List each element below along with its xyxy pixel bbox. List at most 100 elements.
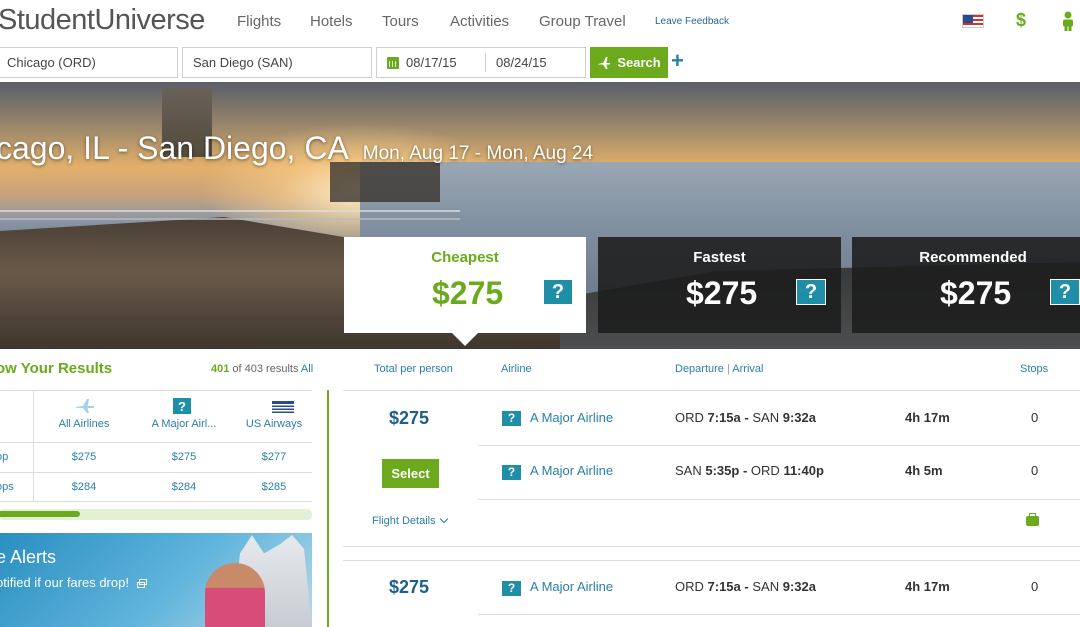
fare-alerts-subtitle-text: otified if our fares drop! xyxy=(0,575,129,590)
matrix-row-label: op xyxy=(0,451,9,463)
route-dates: Mon, Aug 17 - Mon, Aug 24 xyxy=(362,143,594,164)
matrix-cell[interactable]: $275 xyxy=(33,443,134,472)
date-range-field[interactable]: 08/17/15 08/24/15 xyxy=(376,47,586,78)
help-icon[interactable]: ? xyxy=(543,279,573,305)
sort-card-price: $275 xyxy=(940,275,1012,311)
sort-card-price: $275 xyxy=(432,275,504,311)
matrix-scrollbar-thumb[interactable] xyxy=(0,511,80,517)
flight-details-toggle[interactable]: Flight Details xyxy=(372,514,448,527)
flight-route: ORD 7:15a - SAN 9:32a xyxy=(675,410,816,425)
header-divider xyxy=(343,390,1080,391)
fare-alerts-banner[interactable]: e Alerts otified if our fares drop! xyxy=(0,533,312,627)
matrix-column-all-airlines[interactable]: All Airlines xyxy=(33,391,134,443)
help-icon[interactable]: ? xyxy=(1050,279,1080,305)
account-person-icon[interactable] xyxy=(1060,11,1076,31)
currency-dollar-icon[interactable]: $ xyxy=(1016,10,1026,31)
header-airline[interactable]: Airline xyxy=(501,363,532,375)
top-navigation: StudentUniverse Flights Hotels Tours Act… xyxy=(0,0,1080,44)
flight-duration: 4h 5m xyxy=(905,463,943,478)
departure-time: 5:35p xyxy=(705,463,740,478)
matrix-cell[interactable]: $284 xyxy=(33,473,134,502)
add-flight-plus-icon[interactable]: + xyxy=(671,48,684,74)
flight-route: SAN 5:35p - ORD 11:40p xyxy=(675,463,824,478)
search-button[interactable]: Search xyxy=(590,47,668,78)
help-icon[interactable]: ? xyxy=(502,465,521,480)
header-total-per-person[interactable]: Total per person xyxy=(374,363,453,375)
matrix-cell[interactable]: $284 xyxy=(134,473,234,502)
departure-time: 7:15a xyxy=(707,579,741,594)
flight-stops: 0 xyxy=(1031,579,1039,594)
help-icon[interactable]: ? xyxy=(502,581,521,596)
matrix-scrollbar[interactable] xyxy=(0,509,312,520)
route-dash: - xyxy=(744,410,749,425)
matrix-column-major-airline[interactable]: ? A Major Airl... xyxy=(134,391,234,443)
depart-date[interactable]: 08/17/15 xyxy=(406,55,457,70)
show-all-link[interactable]: All xyxy=(301,363,313,375)
calendar-icon xyxy=(387,57,399,69)
sort-card-fastest[interactable]: Fastest $275 ? xyxy=(598,237,841,333)
origin-code: ORD xyxy=(675,579,704,594)
nav-hotels[interactable]: Hotels xyxy=(310,13,353,30)
sort-card-recommended[interactable]: Recommended $275 ? xyxy=(852,237,1080,333)
nav-group-travel[interactable]: Group Travel xyxy=(539,13,626,30)
matrix-cell[interactable]: $275 xyxy=(134,443,234,472)
active-card-pointer xyxy=(452,333,478,346)
result-price: $275 xyxy=(389,577,430,597)
leg-divider xyxy=(478,614,1080,615)
matrix-cell[interactable]: $285 xyxy=(234,473,314,502)
us-flag-icon[interactable] xyxy=(962,14,984,28)
page: StudentUniverse Flights Hotels Tours Act… xyxy=(0,0,1080,627)
airline-name-link[interactable]: A Major Airline xyxy=(530,463,613,478)
flight-duration: 4h 17m xyxy=(905,410,950,425)
header-stops[interactable]: Stops xyxy=(1020,363,1048,375)
sort-card-cheapest[interactable]: Cheapest $275 ? xyxy=(344,237,586,346)
airline-name-link[interactable]: A Major Airline xyxy=(530,579,613,594)
nav-activities[interactable]: Activities xyxy=(450,13,509,30)
logo[interactable]: StudentUniverse xyxy=(0,4,205,37)
baggage-icon[interactable] xyxy=(1026,513,1039,526)
to-field[interactable]: San Diego (SAN) xyxy=(182,47,372,78)
leg-divider xyxy=(478,445,1080,446)
nav-tours[interactable]: Tours xyxy=(382,13,419,30)
matrix-column-label: US Airways xyxy=(245,418,303,430)
airline-price-matrix: All Airlines ? A Major Airl... US Airway… xyxy=(0,390,312,502)
nav-flights[interactable]: Flights xyxy=(237,13,281,30)
sort-card-label: Cheapest xyxy=(431,249,499,266)
arrival-time: 11:40p xyxy=(783,463,824,478)
leave-feedback-link[interactable]: Leave Feedback xyxy=(655,16,729,27)
chevron-down-icon xyxy=(439,514,448,524)
railing-image xyxy=(0,210,460,220)
from-field[interactable]: Chicago (ORD) xyxy=(0,47,178,78)
help-icon[interactable]: ? xyxy=(796,279,826,305)
matrix-cell[interactable]: $277 xyxy=(234,443,314,472)
matrix-column-us-airways[interactable]: US Airways xyxy=(234,391,314,443)
route-dash: - xyxy=(742,463,748,478)
date-divider xyxy=(485,53,486,72)
traveler-photo-image xyxy=(205,563,265,627)
flight-stops: 0 xyxy=(1031,463,1039,478)
route-text: cago, IL - San Diego, CA xyxy=(0,130,349,166)
matrix-row-nonstop: op $275 $275 $277 xyxy=(0,442,312,472)
search-bar: Chicago (ORD) San Diego (SAN) 08/17/15 0… xyxy=(0,44,1080,82)
matrix-column-label: All Airlines xyxy=(58,418,110,430)
search-button-label: Search xyxy=(617,55,661,70)
header-arrival[interactable]: Arrival xyxy=(732,363,763,375)
leg-divider xyxy=(478,499,1080,500)
return-date[interactable]: 08/24/15 xyxy=(496,55,547,70)
fare-alerts-subtitle: otified if our fares drop! xyxy=(0,575,147,590)
airline-name-link[interactable]: A Major Airline xyxy=(530,410,613,425)
header-departure[interactable]: Departure xyxy=(675,363,724,375)
flight-route: ORD 7:15a - SAN 9:32a xyxy=(675,579,816,594)
header-separator: | xyxy=(726,363,730,375)
departure-time: 7:15a xyxy=(707,410,741,425)
fare-alerts-title: e Alerts xyxy=(0,547,57,567)
help-icon[interactable]: ? xyxy=(502,411,521,426)
result-price: $275 xyxy=(389,408,430,428)
route-title: cago, IL - San Diego, CA Mon, Aug 17 - Mo… xyxy=(0,130,593,167)
arrival-time: 9:32a xyxy=(782,410,816,425)
select-flight-button[interactable]: Select xyxy=(382,459,439,488)
destination-code: SAN xyxy=(752,410,780,425)
header-departure-arrival[interactable]: Departure | Arrival xyxy=(675,363,763,375)
results-count: 401 of 403 results All xyxy=(211,363,313,375)
matrix-row-label: ops xyxy=(0,481,14,493)
